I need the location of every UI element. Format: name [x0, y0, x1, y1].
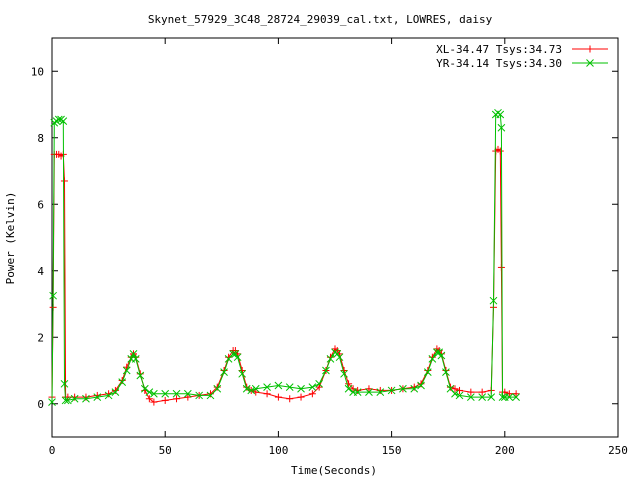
- y-tick-label: 4: [37, 265, 44, 278]
- x-tick-label: 250: [608, 444, 628, 457]
- y-tick-label: 6: [37, 198, 44, 211]
- x-tick-label: 0: [49, 444, 56, 457]
- y-tick-label: 2: [37, 331, 44, 344]
- x-tick-label: 200: [495, 444, 515, 457]
- y-tick-label: 0: [37, 398, 44, 411]
- chart: Skynet_57929_3C48_28724_29039_cal.txt, L…: [0, 0, 640, 480]
- chart-title: Skynet_57929_3C48_28724_29039_cal.txt, L…: [148, 13, 493, 26]
- y-tick-label: 8: [37, 132, 44, 145]
- legend-label: XL-34.47 Tsys:34.73: [436, 43, 562, 56]
- x-tick-label: 150: [382, 444, 402, 457]
- legend-label: YR-34.14 Tsys:34.30: [436, 57, 562, 70]
- y-tick-label: 10: [31, 65, 44, 78]
- y-axis-label: Power (Kelvin): [4, 192, 17, 285]
- x-tick-label: 50: [159, 444, 172, 457]
- x-tick-label: 100: [268, 444, 288, 457]
- x-axis-label: Time(Seconds): [291, 464, 377, 477]
